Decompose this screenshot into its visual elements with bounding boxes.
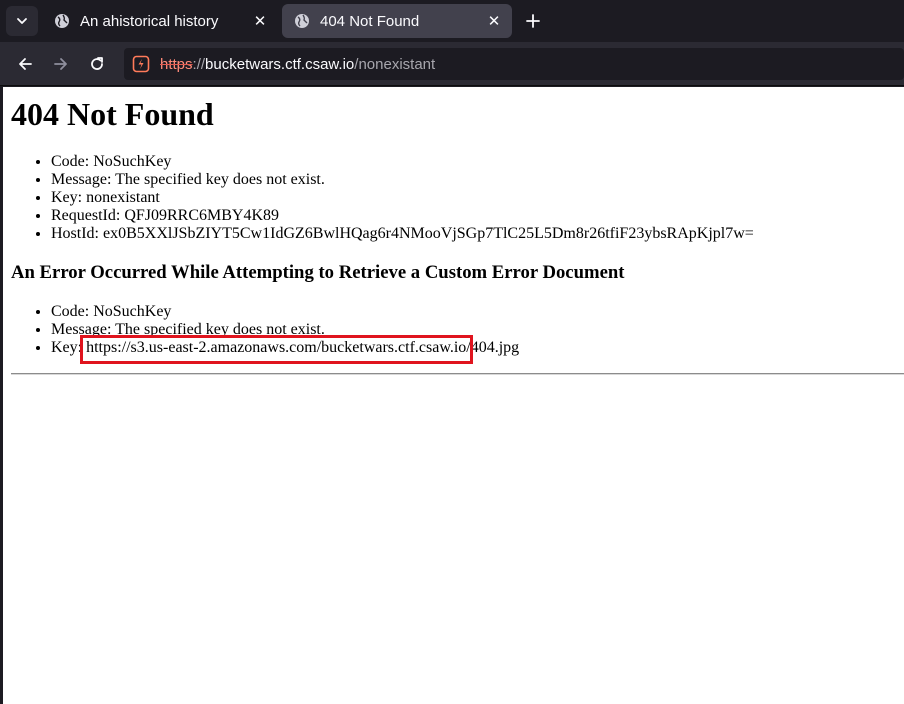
detail-key: Key: nonexistant <box>51 189 754 207</box>
tab-label: 404 Not Found <box>320 12 420 30</box>
custom-error-heading: An Error Occurred While Attempting to Re… <box>11 262 625 283</box>
url-separator: :// <box>192 55 206 73</box>
arrow-right-icon <box>54 58 67 70</box>
url-text[interactable]: https://bucketwars.ctf.csaw.io/nonexista… <box>160 56 435 73</box>
detail-code: Code: NoSuchKey <box>51 153 754 171</box>
url-path: /nonexistant <box>354 55 436 73</box>
page-title: 404 Not Found <box>11 96 214 132</box>
close-tab-icon[interactable]: ✕ <box>482 9 506 33</box>
tab-strip: An ahistorical history ✕ 404 Not Found ✕ <box>0 0 904 42</box>
detail-host-id: HostId: ex0B5XXlJSbZIYT5Cw1IdGZ6BwlHQag6… <box>51 225 754 243</box>
plus-icon <box>526 14 540 28</box>
detail-message: Message: The specified key does not exis… <box>51 171 754 189</box>
detail-request-id: RequestId: QFJ09RRC6MBY4K89 <box>51 207 754 225</box>
forward-button[interactable] <box>47 50 75 78</box>
close-tab-icon[interactable]: ✕ <box>248 9 272 33</box>
globe-icon <box>55 14 69 28</box>
reload-button[interactable] <box>83 50 111 78</box>
horizontal-divider <box>11 373 904 375</box>
new-tab-button[interactable] <box>520 8 546 34</box>
custom-error-code: Code: NoSuchKey <box>51 303 519 321</box>
address-bar[interactable]: https://bucketwars.ctf.csaw.io/nonexista… <box>124 48 904 80</box>
chevron-down-icon <box>17 18 27 24</box>
error-details-list: Code: NoSuchKey Message: The specified k… <box>51 153 754 243</box>
arrow-left-icon <box>19 58 32 70</box>
tab-404-not-found[interactable]: 404 Not Found ✕ <box>282 4 512 38</box>
annotation-highlight-box <box>80 335 473 364</box>
navigation-toolbar: https://bucketwars.ctf.csaw.io/nonexista… <box>0 42 904 86</box>
tab-label: An ahistorical history <box>80 12 219 30</box>
insecure-connection-icon[interactable] <box>132 55 150 73</box>
url-scheme: https <box>160 55 193 73</box>
reload-icon <box>91 57 103 70</box>
back-button[interactable] <box>11 50 39 78</box>
url-host: bucketwars.ctf.csaw.io <box>205 55 355 73</box>
globe-icon <box>295 14 309 28</box>
page-content: 404 Not Found Code: NoSuchKey Message: T… <box>3 87 904 704</box>
tab-ahistorical-history[interactable]: An ahistorical history ✕ <box>42 4 278 38</box>
list-all-tabs-button[interactable] <box>6 6 38 36</box>
